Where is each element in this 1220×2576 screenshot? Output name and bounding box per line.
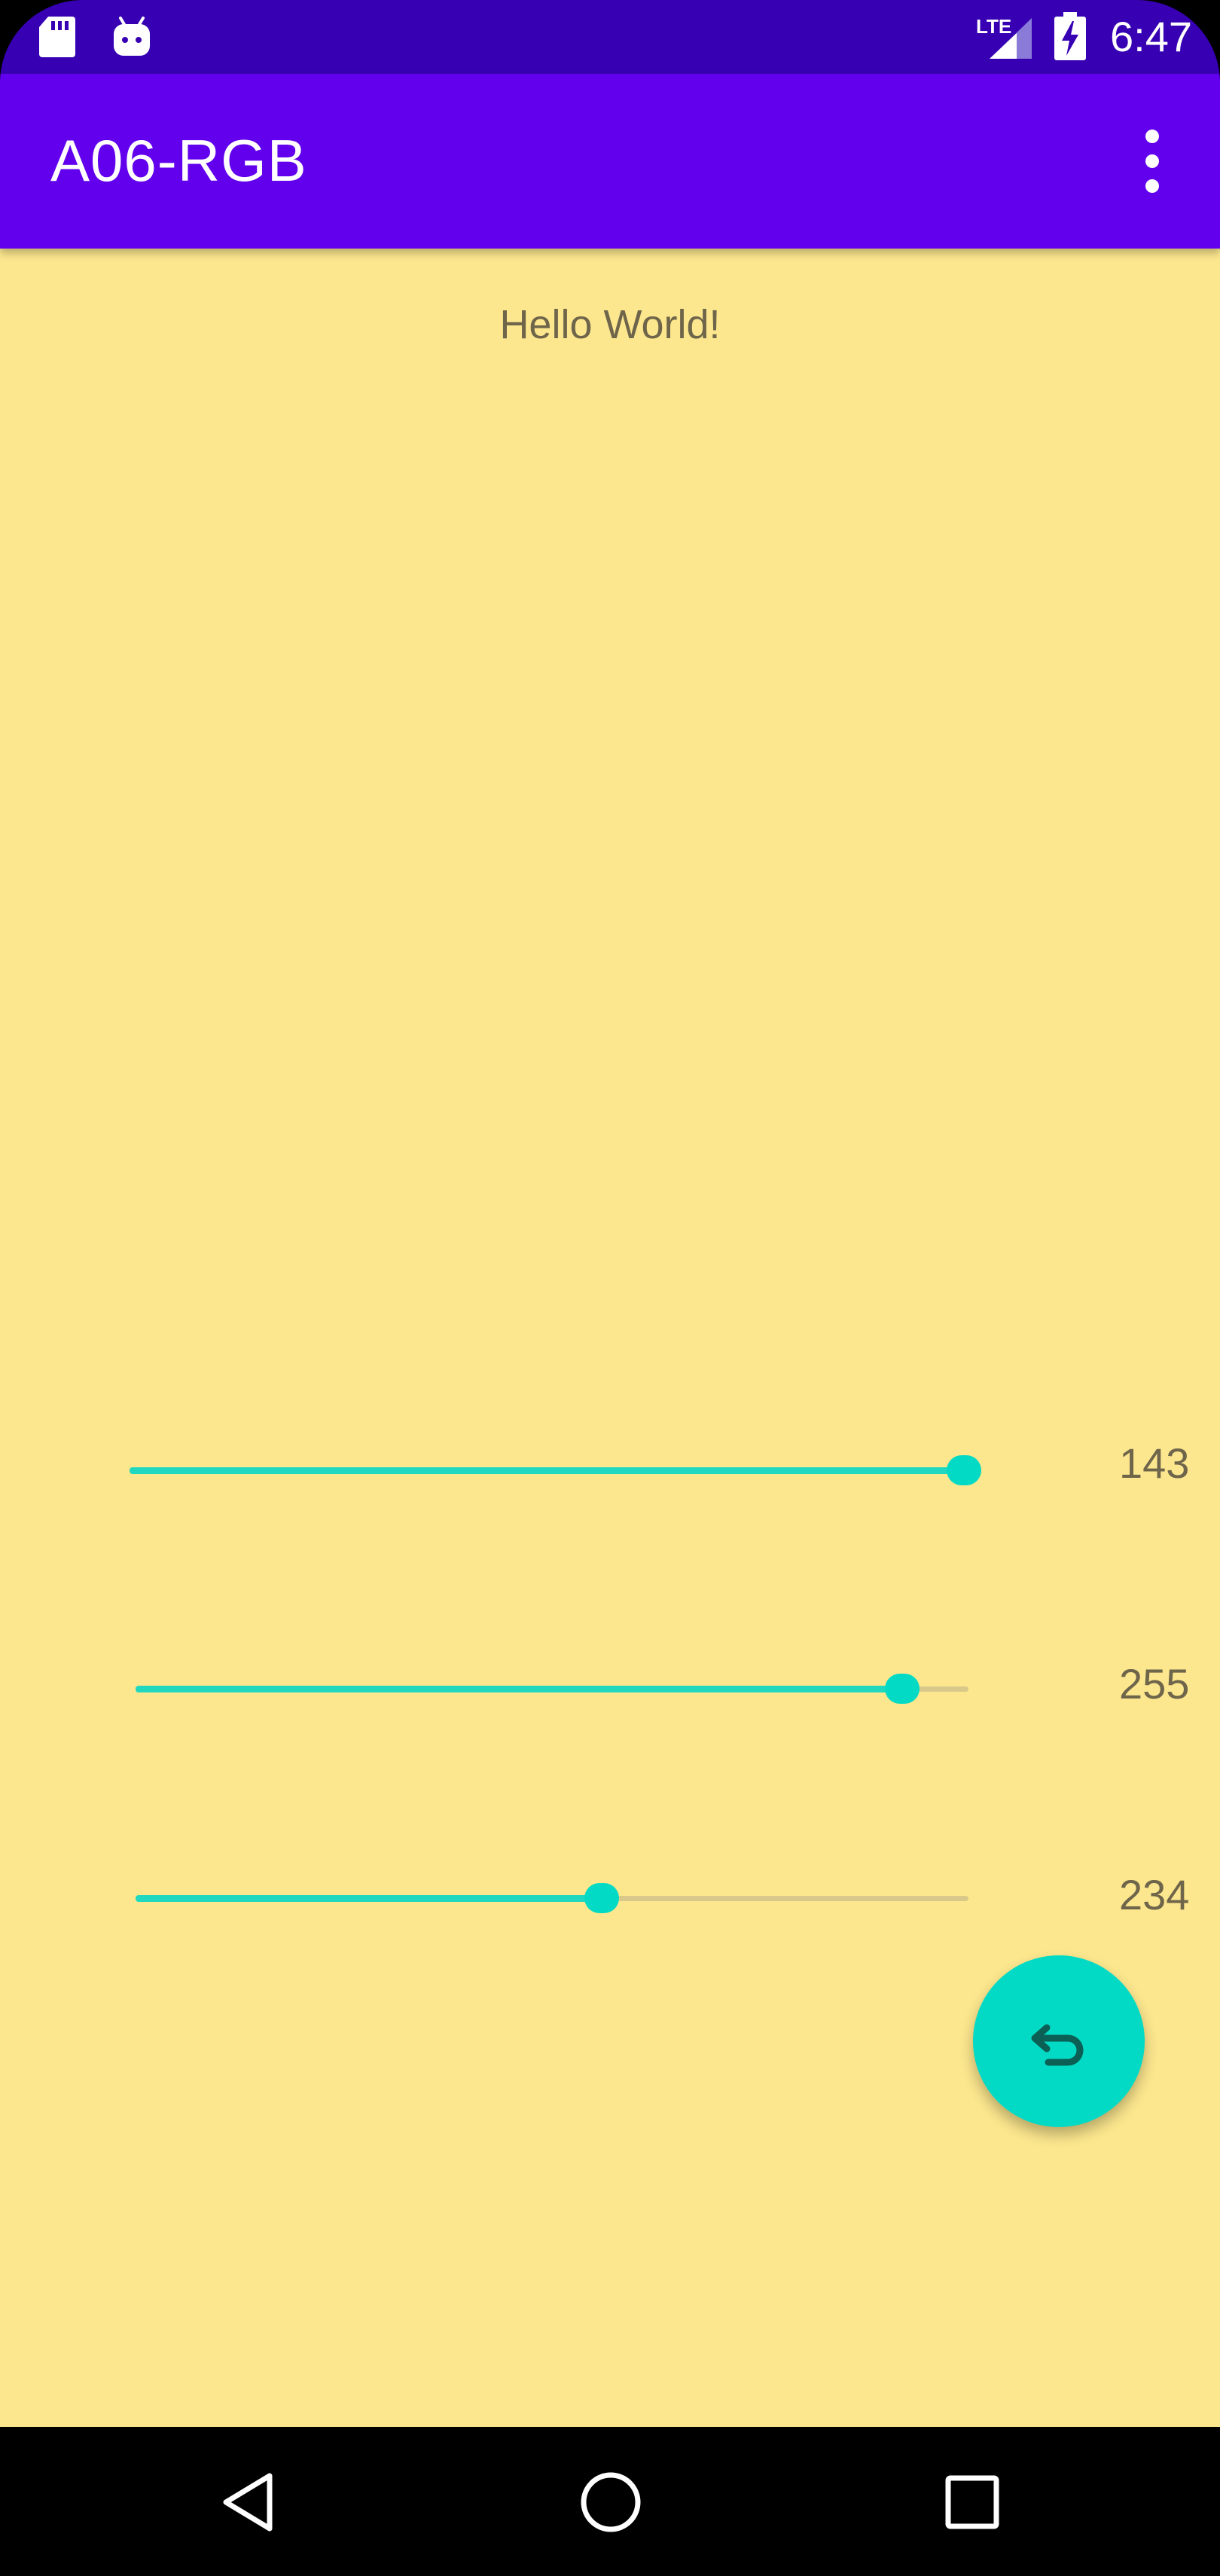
menu-dot — [1145, 179, 1159, 193]
sd-card-icon — [38, 15, 77, 63]
slider-fill — [130, 1467, 964, 1474]
system-nav-bar — [0, 2427, 1220, 2576]
slider-thumb[interactable] — [885, 1674, 920, 1704]
blue-slider[interactable] — [136, 1876, 968, 1921]
blue-value-label: 234 — [1119, 1871, 1190, 1918]
battery-charging-icon — [1053, 12, 1087, 66]
app-bar: A06-RGB — [0, 74, 1220, 249]
status-clock: 6:47 — [1110, 13, 1192, 60]
undo-icon — [1031, 2024, 1084, 2066]
back-icon[interactable] — [215, 2468, 283, 2536]
greeting-text: Hello World! — [499, 302, 721, 347]
recents-icon[interactable] — [938, 2468, 1006, 2536]
menu-dot — [1145, 130, 1159, 143]
slider-fill — [136, 1686, 902, 1692]
status-bar: LTE 6:47 — [0, 0, 1220, 74]
red-value-label: 143 — [1119, 1439, 1190, 1487]
green-value-label: 255 — [1119, 1660, 1190, 1708]
undo-fab-button[interactable] — [973, 1955, 1145, 2127]
home-icon[interactable] — [577, 2468, 645, 2536]
android-debug-icon — [111, 15, 152, 63]
slider-thumb[interactable] — [947, 1455, 981, 1485]
app-title: A06-RGB — [50, 127, 307, 194]
phone-screen: LTE 6:47 A06-RGB Hello World! 143 255 23… — [0, 0, 1220, 2576]
green-slider[interactable] — [136, 1666, 968, 1711]
slider-thumb[interactable] — [584, 1883, 619, 1913]
red-slider[interactable] — [130, 1448, 981, 1493]
menu-dot — [1145, 154, 1159, 168]
lte-signal-icon — [987, 17, 1035, 64]
slider-fill — [136, 1895, 602, 1902]
more-vert-icon[interactable] — [1130, 127, 1175, 196]
